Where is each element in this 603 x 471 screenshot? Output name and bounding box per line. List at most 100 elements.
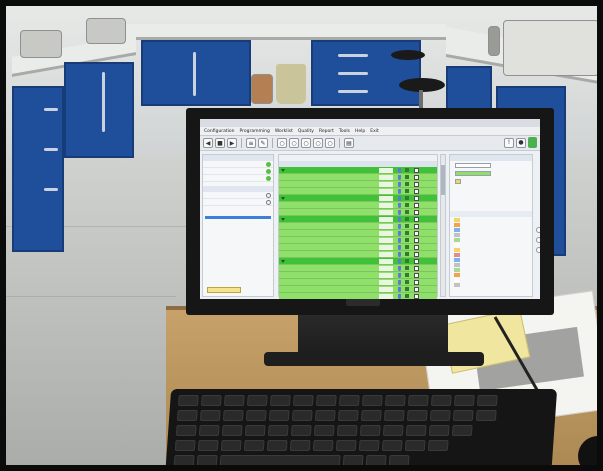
- checkbox[interactable]: [413, 244, 419, 250]
- table-row[interactable]: [279, 209, 437, 216]
- select-cell[interactable]: [411, 251, 421, 257]
- select-cell[interactable]: [411, 286, 421, 292]
- table-row[interactable]: [279, 244, 437, 251]
- checkbox[interactable]: [413, 174, 419, 180]
- side-button-icon[interactable]: [536, 247, 540, 253]
- menu-tools[interactable]: Tools: [339, 129, 350, 134]
- checkbox[interactable]: [413, 181, 419, 187]
- select-cell[interactable]: [411, 202, 421, 208]
- exit-icon[interactable]: [528, 137, 537, 148]
- menu-quality[interactable]: Quality: [298, 129, 314, 134]
- select-cell[interactable]: [411, 195, 421, 201]
- info-input[interactable]: [455, 170, 491, 176]
- checkbox[interactable]: [413, 258, 419, 264]
- tube-icon[interactable]: ○: [325, 138, 335, 148]
- info-input[interactable]: [455, 178, 461, 184]
- table-row[interactable]: [279, 237, 437, 244]
- table-row[interactable]: [279, 216, 437, 223]
- menu-report[interactable]: Report: [319, 129, 334, 134]
- expand-cell[interactable]: [279, 259, 286, 263]
- checkbox[interactable]: [413, 202, 419, 208]
- tube-icon[interactable]: ○: [313, 138, 323, 148]
- table-row[interactable]: [279, 258, 437, 265]
- select-cell[interactable]: [411, 265, 421, 271]
- print-icon[interactable]: ▤: [344, 138, 354, 148]
- grid-header-cell[interactable]: [403, 161, 411, 167]
- checkbox[interactable]: [413, 167, 419, 173]
- table-row[interactable]: [279, 174, 437, 181]
- checkbox[interactable]: [413, 230, 419, 236]
- checkbox[interactable]: [413, 293, 419, 299]
- stop-icon[interactable]: ■: [215, 138, 225, 148]
- table-row[interactable]: [279, 223, 437, 230]
- table-row[interactable]: [279, 293, 437, 299]
- play-icon[interactable]: ▶: [227, 138, 237, 148]
- checkbox[interactable]: [413, 286, 419, 292]
- select-cell[interactable]: [411, 244, 421, 250]
- alarm-icon[interactable]: !: [504, 137, 514, 148]
- table-row[interactable]: [279, 272, 437, 279]
- select-cell[interactable]: [411, 223, 421, 229]
- checkbox[interactable]: [413, 279, 419, 285]
- table-row[interactable]: [279, 195, 437, 202]
- grid-header-cell[interactable]: [361, 161, 379, 167]
- grid-header-cell[interactable]: [411, 161, 421, 167]
- checkbox[interactable]: [413, 223, 419, 229]
- table-row[interactable]: [279, 202, 437, 209]
- menu-programming[interactable]: Programming: [240, 129, 270, 134]
- table-row[interactable]: [279, 286, 437, 293]
- expand-arrow-icon[interactable]: [280, 196, 285, 200]
- menu-help[interactable]: Help: [355, 129, 365, 134]
- table-row[interactable]: [279, 279, 437, 286]
- side-button-icon[interactable]: [536, 227, 540, 233]
- tube-icon[interactable]: ○: [277, 138, 287, 148]
- checkbox[interactable]: [413, 272, 419, 278]
- menu-worklist[interactable]: Worklist: [275, 129, 293, 134]
- table-row[interactable]: [279, 188, 437, 195]
- select-cell[interactable]: [411, 174, 421, 180]
- grid-header-cell[interactable]: [286, 161, 361, 167]
- back-icon[interactable]: ◀: [203, 138, 213, 148]
- select-cell[interactable]: [411, 167, 421, 173]
- expand-arrow-icon[interactable]: [280, 259, 285, 263]
- select-cell[interactable]: [411, 237, 421, 243]
- checkbox[interactable]: [413, 237, 419, 243]
- info-input[interactable]: [455, 162, 491, 168]
- expand-cell[interactable]: [279, 217, 286, 221]
- expand-cell[interactable]: [279, 168, 286, 172]
- scrollbar-thumb[interactable]: [441, 165, 445, 195]
- select-cell[interactable]: [411, 293, 421, 299]
- expand-arrow-icon[interactable]: [280, 168, 285, 172]
- select-cell[interactable]: [411, 188, 421, 194]
- checkbox[interactable]: [413, 195, 419, 201]
- menu-exit[interactable]: Exit: [370, 129, 379, 134]
- table-row[interactable]: [279, 265, 437, 272]
- checkbox[interactable]: [413, 265, 419, 271]
- checkbox[interactable]: [413, 251, 419, 257]
- checkbox[interactable]: [413, 216, 419, 222]
- select-cell[interactable]: [411, 230, 421, 236]
- select-cell[interactable]: [411, 258, 421, 264]
- table-row[interactable]: [279, 230, 437, 237]
- grid-header-cell[interactable]: [379, 161, 395, 167]
- side-button-icon[interactable]: [536, 237, 540, 243]
- select-cell[interactable]: [411, 279, 421, 285]
- select-cell[interactable]: [411, 216, 421, 222]
- tube-icon[interactable]: ○: [301, 138, 311, 148]
- menu-configuration[interactable]: Configuration: [204, 129, 235, 134]
- table-row[interactable]: [279, 181, 437, 188]
- grid-header-cell[interactable]: [395, 161, 403, 167]
- edit-icon[interactable]: ✎: [258, 138, 268, 148]
- table-row[interactable]: [279, 167, 437, 174]
- list-icon[interactable]: ≡: [246, 138, 256, 148]
- table-row[interactable]: [279, 251, 437, 258]
- select-cell[interactable]: [411, 209, 421, 215]
- tube-icon[interactable]: ○: [289, 138, 299, 148]
- select-cell[interactable]: [411, 272, 421, 278]
- grid-scrollbar[interactable]: [440, 154, 446, 297]
- expand-cell[interactable]: [279, 196, 286, 200]
- checkbox[interactable]: [413, 188, 419, 194]
- status-icon[interactable]: ●: [516, 137, 526, 148]
- checkbox[interactable]: [413, 209, 419, 215]
- expand-arrow-icon[interactable]: [280, 217, 285, 221]
